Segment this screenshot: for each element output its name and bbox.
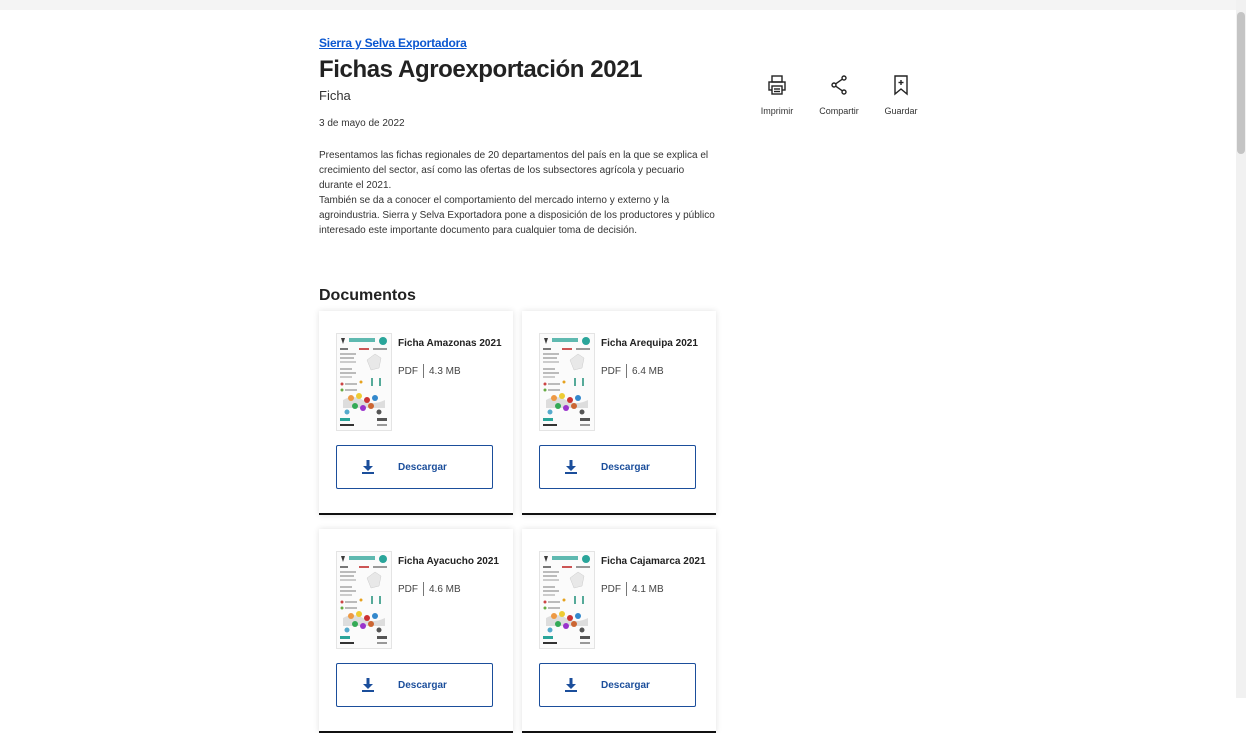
document-title: Ficha Amazonas 2021 bbox=[398, 338, 502, 349]
download-icon bbox=[362, 678, 374, 692]
document-size: 4.1 MB bbox=[632, 583, 664, 595]
content-type: Ficha bbox=[319, 88, 351, 103]
document-meta: PDF 4.6 MB bbox=[398, 582, 461, 596]
share-label: Compartir bbox=[819, 106, 859, 116]
publish-date: 3 de mayo de 2022 bbox=[319, 118, 405, 129]
document-title: Ficha Arequipa 2021 bbox=[601, 338, 698, 349]
main-content: Sierra y Selva Exportadora Fichas Agroex… bbox=[319, 36, 719, 238]
thumbnail-image bbox=[337, 334, 391, 430]
share-button[interactable]: Compartir bbox=[808, 74, 870, 116]
document-size: 4.3 MB bbox=[429, 365, 461, 377]
download-label: Descargar bbox=[398, 461, 447, 473]
description: Presentamos las fichas regionales de 20 … bbox=[319, 148, 719, 238]
document-format: PDF bbox=[398, 583, 418, 595]
save-label: Guardar bbox=[884, 106, 918, 116]
download-label: Descargar bbox=[398, 679, 447, 691]
document-card: Ficha Ayacucho 2021 PDF 4.6 MB Descargar bbox=[319, 529, 513, 733]
breadcrumb-link[interactable]: Sierra y Selva Exportadora bbox=[319, 36, 719, 50]
document-meta: PDF 4.3 MB bbox=[398, 364, 461, 378]
download-label: Descargar bbox=[601, 679, 650, 691]
download-icon bbox=[565, 678, 577, 692]
document-format: PDF bbox=[601, 583, 621, 595]
document-size: 4.6 MB bbox=[429, 583, 461, 595]
scrollbar-thumb[interactable] bbox=[1237, 12, 1245, 154]
document-thumbnail[interactable] bbox=[336, 333, 392, 431]
document-size: 6.4 MB bbox=[632, 365, 664, 377]
download-button[interactable]: Descargar bbox=[539, 445, 696, 489]
document-card: Ficha Arequipa 2021 PDF 6.4 MB Descargar bbox=[522, 311, 716, 515]
meta-divider bbox=[626, 364, 627, 378]
meta-divider bbox=[423, 364, 424, 378]
document-meta: PDF 4.1 MB bbox=[601, 582, 664, 596]
printer-icon bbox=[768, 75, 786, 95]
page-title: Fichas Agroexportación 2021 bbox=[319, 56, 643, 83]
save-button[interactable]: Guardar bbox=[870, 74, 932, 116]
document-thumbnail[interactable] bbox=[539, 551, 595, 649]
documents-heading: Documentos bbox=[319, 287, 416, 304]
bookmark-add-icon bbox=[894, 75, 908, 96]
document-title: Ficha Ayacucho 2021 bbox=[398, 556, 499, 567]
document-format: PDF bbox=[601, 365, 621, 377]
download-button[interactable]: Descargar bbox=[539, 663, 696, 707]
document-card: Ficha Amazonas 2021 PDF 4.3 MB Descargar bbox=[319, 311, 513, 515]
download-button[interactable]: Descargar bbox=[336, 445, 493, 489]
document-title: Ficha Cajamarca 2021 bbox=[601, 556, 706, 567]
document-thumbnail[interactable] bbox=[336, 551, 392, 649]
thumbnail-image bbox=[337, 552, 391, 648]
download-icon bbox=[362, 460, 374, 474]
thumbnail-image bbox=[540, 334, 594, 430]
document-thumbnail[interactable] bbox=[539, 333, 595, 431]
action-bar: Imprimir Compartir Guardar bbox=[746, 74, 932, 116]
download-icon bbox=[565, 460, 577, 474]
download-label: Descargar bbox=[601, 461, 650, 473]
meta-divider bbox=[626, 582, 627, 596]
document-card: Ficha Cajamarca 2021 PDF 4.1 MB Descarga… bbox=[522, 529, 716, 733]
top-bar bbox=[0, 0, 1236, 10]
document-format: PDF bbox=[398, 365, 418, 377]
scrollbar[interactable] bbox=[1236, 0, 1246, 698]
thumbnail-image bbox=[540, 552, 594, 648]
share-icon bbox=[831, 75, 847, 95]
description-paragraph: También se da a conocer el comportamient… bbox=[319, 195, 715, 236]
document-meta: PDF 6.4 MB bbox=[601, 364, 664, 378]
meta-divider bbox=[423, 582, 424, 596]
print-button[interactable]: Imprimir bbox=[746, 74, 808, 116]
print-label: Imprimir bbox=[760, 106, 794, 116]
download-button[interactable]: Descargar bbox=[336, 663, 493, 707]
description-paragraph: Presentamos las fichas regionales de 20 … bbox=[319, 150, 709, 191]
